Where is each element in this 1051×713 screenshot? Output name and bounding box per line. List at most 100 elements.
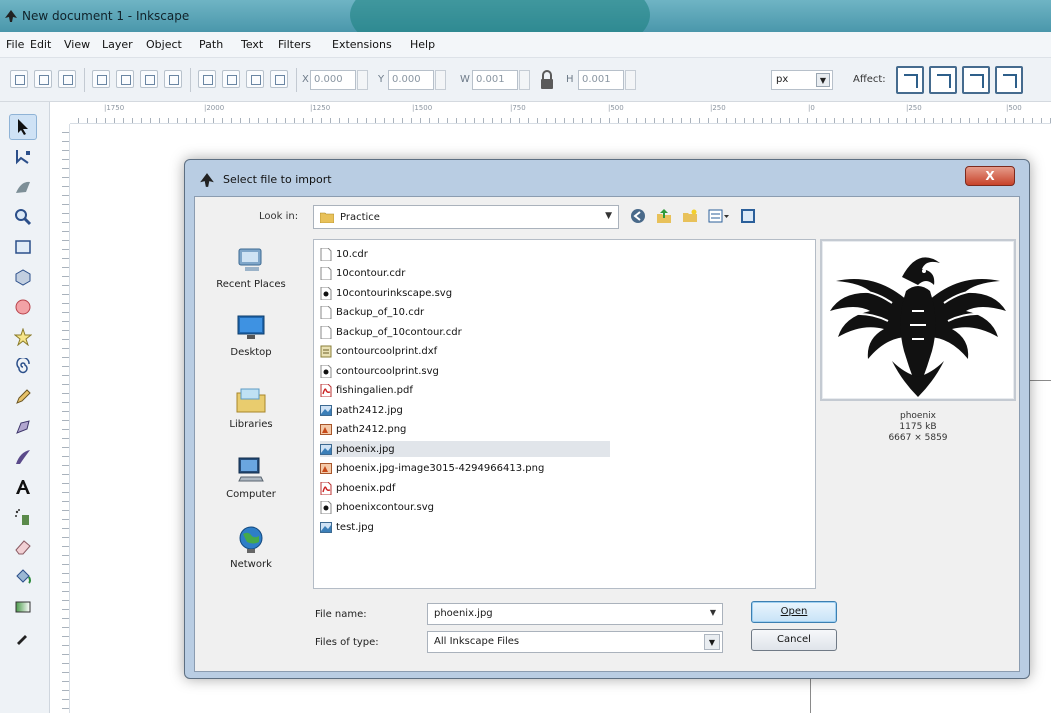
file-row[interactable]: 10contourinkscape.svg	[320, 285, 610, 301]
gradient-tool[interactable]	[9, 594, 37, 620]
menu-layer[interactable]: Layer	[102, 38, 133, 51]
file-row[interactable]: phoenix.jpg	[320, 441, 610, 457]
spiral-tool[interactable]	[9, 354, 37, 380]
file-row[interactable]: phoenix.pdf	[320, 480, 610, 496]
ellipse-tool[interactable]	[9, 294, 37, 320]
zoom-tool[interactable]	[9, 204, 37, 230]
cancel-button[interactable]: Cancel	[751, 629, 837, 651]
file-row[interactable]: contourcoolprint.svg	[320, 363, 610, 379]
flip-vertical-icon[interactable]	[164, 70, 182, 88]
close-button[interactable]: X	[965, 166, 1015, 186]
new-folder-button[interactable]	[679, 206, 701, 226]
rotate-ccw-icon[interactable]	[92, 70, 110, 88]
deselect-icon[interactable]	[58, 70, 76, 88]
libraries-icon	[236, 388, 266, 413]
menu-file[interactable]: File	[6, 38, 24, 51]
menu-path[interactable]: Path	[199, 38, 223, 51]
preview-info: phoenix 1175 kB 6667 × 5859	[820, 411, 1016, 444]
look-in-dropdown[interactable]: Practice ▼	[313, 205, 619, 229]
chevron-down-icon[interactable]: ▼	[704, 634, 720, 650]
file-row[interactable]: Backup_of_10.cdr	[320, 305, 610, 321]
ruler-label: |2000	[204, 104, 225, 112]
preview-toggle-button[interactable]	[737, 206, 759, 226]
transform-patterns-icon[interactable]	[995, 66, 1023, 94]
width-field[interactable]: 0.001	[472, 70, 518, 90]
place-recent-places[interactable]: Recent Places	[201, 241, 301, 307]
flip-horizontal-icon[interactable]	[140, 70, 158, 88]
y-spinner[interactable]	[435, 70, 446, 90]
3d-box-tool[interactable]	[9, 264, 37, 290]
file-row[interactable]: phoenix.jpg-image3015-4294966413.png	[320, 461, 610, 477]
transform-gradients-icon[interactable]	[962, 66, 990, 94]
menu-help[interactable]: Help	[410, 38, 435, 51]
menu-extensions[interactable]: Extensions	[332, 38, 392, 51]
raise-icon[interactable]	[222, 70, 240, 88]
file-row[interactable]: path2412.jpg	[320, 402, 610, 418]
menu-view[interactable]: View	[64, 38, 90, 51]
eraser-tool[interactable]	[9, 534, 37, 560]
up-folder-button[interactable]	[653, 206, 675, 226]
place-desktop[interactable]: Desktop	[201, 309, 301, 375]
lower-icon[interactable]	[246, 70, 264, 88]
lock-icon[interactable]	[540, 70, 554, 90]
file-row[interactable]: test.jpg	[320, 519, 610, 535]
star-tool[interactable]	[9, 324, 37, 350]
tool-controls-bar: X 0.000 Y 0.000 W 0.001 H 0.001 px ▼ Aff…	[0, 58, 1051, 102]
rectangle-tool[interactable]	[9, 234, 37, 260]
width-spinner[interactable]	[519, 70, 530, 90]
unit-select[interactable]: px ▼	[771, 70, 833, 90]
file-name-input[interactable]: phoenix.jpg ▼	[427, 603, 723, 625]
back-button[interactable]	[627, 206, 649, 226]
file-row[interactable]: 10.cdr	[320, 246, 610, 262]
toolbar-separator	[190, 68, 191, 92]
selector-tool[interactable]	[9, 114, 37, 140]
menu-text[interactable]: Text	[241, 38, 263, 51]
open-button[interactable]: Open	[751, 601, 837, 623]
select-all-layers-icon[interactable]	[34, 70, 52, 88]
view-menu-button[interactable]	[705, 206, 733, 226]
vertical-ruler[interactable]	[50, 124, 70, 713]
file-row[interactable]: Backup_of_10contour.cdr	[320, 324, 610, 340]
chevron-down-icon[interactable]: ▼	[710, 608, 716, 617]
spray-tool[interactable]	[9, 504, 37, 530]
chevron-down-icon: ▼	[816, 73, 830, 87]
file-row[interactable]: 10contour.cdr	[320, 266, 610, 282]
select-all-icon[interactable]	[10, 70, 28, 88]
y-field[interactable]: 0.000	[388, 70, 434, 90]
dropper-tool[interactable]	[9, 624, 37, 650]
file-row[interactable]: path2412.png	[320, 422, 610, 438]
horizontal-ruler[interactable]: |1750 |2000 |1250 |1500 |750 |500 |250 |…	[70, 102, 1051, 124]
file-row[interactable]: phoenixcontour.svg	[320, 500, 610, 516]
menu-edit[interactable]: Edit	[30, 38, 51, 51]
place-computer[interactable]: Computer	[201, 451, 301, 517]
files-of-type-select[interactable]: All Inkscape Files ▼	[427, 631, 723, 653]
rotate-cw-icon[interactable]	[116, 70, 134, 88]
lower-to-bottom-icon[interactable]	[270, 70, 288, 88]
file-png-icon	[320, 423, 332, 436]
file-row[interactable]: contourcoolprint.dxf	[320, 344, 610, 360]
paint-bucket-tool[interactable]	[9, 564, 37, 590]
x-spinner[interactable]	[357, 70, 368, 90]
dropper-icon	[17, 635, 27, 645]
text-tool[interactable]	[9, 474, 37, 500]
calligraphy-tool[interactable]	[9, 444, 37, 470]
place-network[interactable]: Network	[201, 521, 301, 587]
scale-stroke-icon[interactable]	[896, 66, 924, 94]
height-spinner[interactable]	[625, 70, 636, 90]
pen-tool[interactable]	[9, 414, 37, 440]
menu-object[interactable]: Object	[146, 38, 182, 51]
window-title: New document 1 - Inkscape	[22, 9, 190, 23]
height-field[interactable]: 0.001	[578, 70, 624, 90]
file-name-label-text: File name:	[315, 609, 367, 620]
files-of-type-value: All Inkscape Files	[434, 636, 520, 647]
raise-to-top-icon[interactable]	[198, 70, 216, 88]
file-row[interactable]: fishingalien.pdf	[320, 383, 610, 399]
pencil-tool[interactable]	[9, 384, 37, 410]
scale-corners-icon[interactable]	[929, 66, 957, 94]
menu-filters[interactable]: Filters	[278, 38, 311, 51]
node-tool[interactable]	[9, 144, 37, 170]
x-field[interactable]: 0.000	[310, 70, 356, 90]
place-libraries[interactable]: Libraries	[201, 381, 301, 447]
tweak-tool[interactable]	[9, 174, 37, 200]
place-label: Network	[230, 559, 272, 570]
